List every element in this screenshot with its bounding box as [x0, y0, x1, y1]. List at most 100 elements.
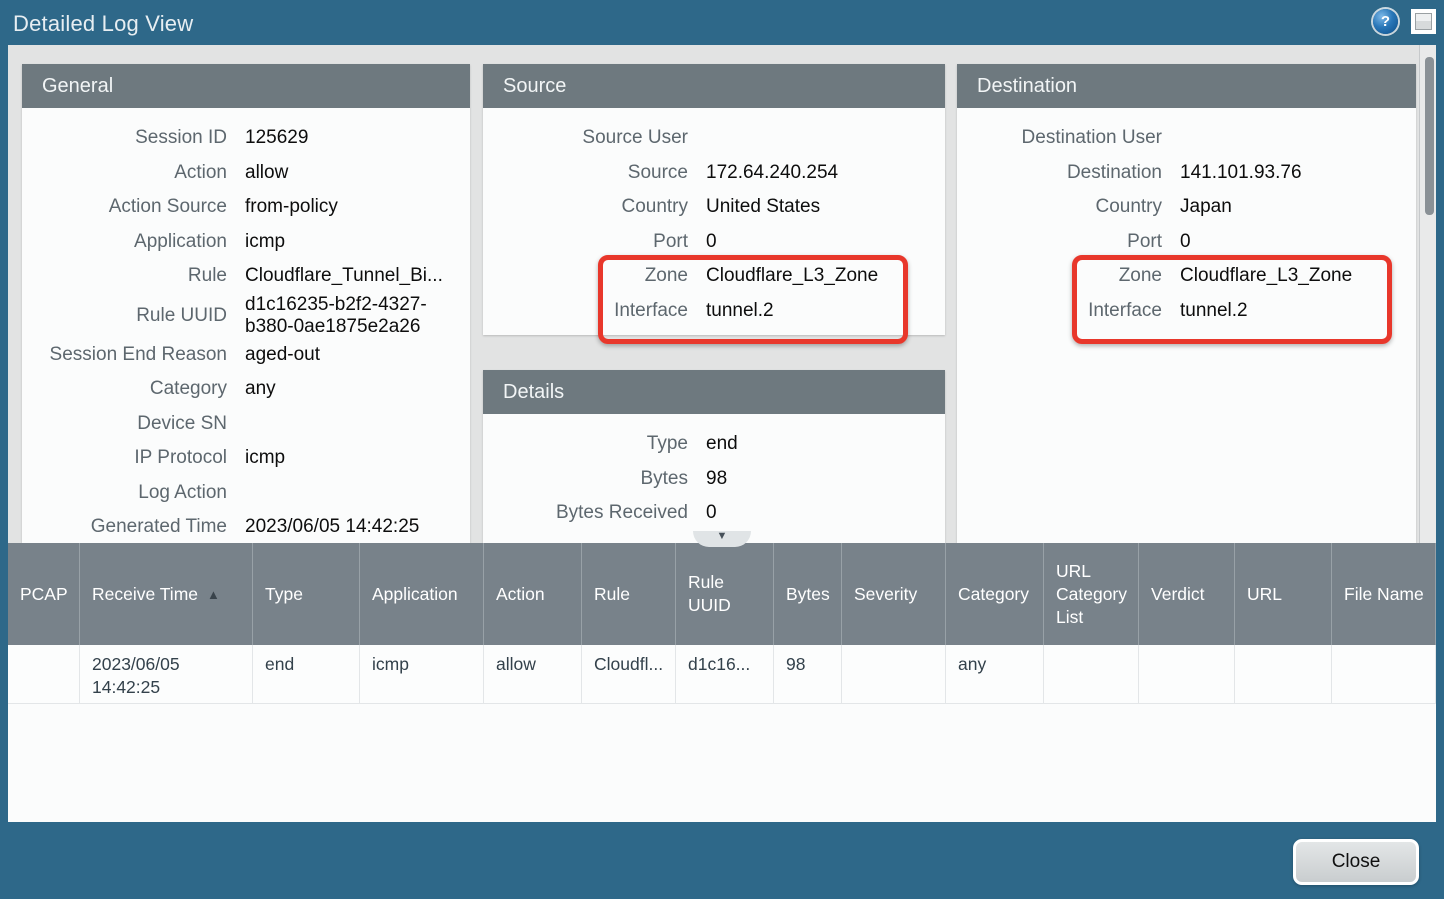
column-header-verdict[interactable]: Verdict: [1139, 543, 1235, 645]
chevron-down-icon: ▼: [717, 531, 728, 542]
column-header-severity[interactable]: Severity: [842, 543, 946, 645]
column-header-action[interactable]: Action: [484, 543, 582, 645]
field-label: Bytes: [483, 468, 688, 490]
field-value: 141.101.93.76: [1180, 162, 1408, 184]
field-label: Zone: [957, 265, 1162, 287]
field-value: tunnel.2: [706, 300, 937, 322]
field-label: Port: [957, 231, 1162, 253]
column-header-label: PCAP: [20, 583, 68, 606]
field-value: Japan: [1180, 196, 1408, 218]
column-header-category[interactable]: Category: [946, 543, 1044, 645]
table-row[interactable]: 2023/06/05 14:42:25 end icmp allow Cloud…: [8, 645, 1436, 704]
general-panel: General Session ID 125629 Action allow A…: [22, 64, 470, 543]
field-label: IP Protocol: [22, 447, 227, 469]
cell-rule-uuid: d1c16...: [676, 645, 774, 703]
column-header-label: Severity: [854, 583, 917, 606]
field-label: Action: [22, 162, 227, 184]
cell-category: any: [946, 645, 1044, 703]
page-title: Detailed Log View: [13, 11, 193, 37]
column-header-url[interactable]: URL: [1235, 543, 1332, 645]
column-header-rule-uuid[interactable]: Rule UUID: [676, 543, 774, 645]
cell-rule: Cloudfl...: [582, 645, 676, 703]
sort-ascending-icon: ▲: [207, 583, 220, 606]
source-panel-body: Source User Source 172.64.240.254 Countr…: [483, 108, 945, 328]
field-label: Device SN: [22, 413, 227, 435]
destination-panel: Destination Destination User Destination…: [957, 64, 1416, 543]
field-label: Category: [22, 378, 227, 400]
field-value: 98: [706, 468, 937, 490]
general-panel-body: Session ID 125629 Action allow Action So…: [22, 108, 470, 543]
general-panel-header: General: [22, 64, 470, 108]
log-table: PCAP Receive Time ▲ Type Application Act…: [8, 543, 1436, 822]
log-detail-content: General Session ID 125629 Action allow A…: [8, 45, 1436, 543]
field-value: Cloudflare_L3_Zone: [1180, 265, 1408, 287]
field-label: Country: [483, 196, 688, 218]
field-value: end: [706, 433, 937, 455]
field-label: Source User: [483, 127, 688, 149]
column-header-bytes[interactable]: Bytes: [774, 543, 842, 645]
column-header-label: Type: [265, 583, 303, 606]
cell-bytes: 98: [774, 645, 842, 703]
column-header-label: Verdict: [1151, 583, 1205, 606]
field-label: Log Action: [22, 482, 227, 504]
field-label: Port: [483, 231, 688, 253]
field-value: aged-out: [245, 344, 462, 366]
column-header-file-name[interactable]: File Name: [1332, 543, 1436, 645]
field-value: icmp: [245, 447, 462, 469]
column-header-label: Receive Time: [92, 583, 198, 606]
destination-panel-header: Destination: [957, 64, 1416, 108]
field-value: allow: [245, 162, 462, 184]
column-header-rule[interactable]: Rule: [582, 543, 676, 645]
field-value: Cloudflare_L3_Zone: [706, 265, 937, 287]
column-header-type[interactable]: Type: [253, 543, 360, 645]
cell-application: icmp: [360, 645, 484, 703]
column-header-application[interactable]: Application: [360, 543, 484, 645]
field-value: from-policy: [245, 196, 462, 218]
column-header-receive-time[interactable]: Receive Time ▲: [80, 543, 253, 645]
cell-file-name: [1332, 645, 1436, 703]
field-row-source-country: Country United States: [483, 190, 945, 225]
cell-receive-time: 2023/06/05 14:42:25: [80, 645, 253, 703]
cell-verdict: [1139, 645, 1235, 703]
field-label: Country: [957, 196, 1162, 218]
field-value: 0: [1180, 231, 1408, 253]
field-label: Session ID: [22, 127, 227, 149]
field-row-category: Category any: [22, 372, 470, 407]
field-value: 2023/06/05 14:42:25: [245, 516, 462, 538]
field-value: any: [245, 378, 462, 400]
field-value: 0: [706, 502, 937, 524]
log-table-header-row: PCAP Receive Time ▲ Type Application Act…: [8, 543, 1436, 645]
vertical-scrollbar-thumb[interactable]: [1425, 57, 1434, 215]
help-icon[interactable]: ?: [1373, 9, 1398, 34]
vertical-scrollbar-track[interactable]: [1419, 45, 1436, 543]
field-row-source-user: Source User: [483, 121, 945, 156]
field-row-application: Application icmp: [22, 225, 470, 260]
field-label: Session End Reason: [22, 344, 227, 366]
close-button[interactable]: Close: [1293, 839, 1419, 885]
field-row-source-zone: Zone Cloudflare_L3_Zone: [483, 259, 945, 294]
collapse-table-handle[interactable]: ▼: [693, 531, 751, 547]
field-row-device-sn: Device SN: [22, 407, 470, 442]
field-value: 0: [706, 231, 937, 253]
field-value: 172.64.240.254: [706, 162, 937, 184]
field-value: 125629: [245, 127, 462, 149]
window-restore-icon[interactable]: [1411, 9, 1436, 34]
column-header-label: Rule: [594, 583, 630, 606]
field-row-source-port: Port 0: [483, 225, 945, 260]
column-header-label: Bytes: [786, 583, 830, 606]
details-panel: Details Type end Bytes 98 Bytes Received…: [483, 370, 945, 543]
field-label: Destination User: [957, 127, 1162, 149]
field-value: United States: [706, 196, 937, 218]
column-header-label: File Name: [1344, 583, 1424, 606]
field-row-source-interface: Interface tunnel.2: [483, 294, 945, 329]
column-header-url-category-list[interactable]: URL Category List: [1044, 543, 1139, 645]
field-row-destination-interface: Interface tunnel.2: [957, 294, 1416, 329]
field-value: icmp: [245, 231, 462, 253]
field-row-session-end-reason: Session End Reason aged-out: [22, 338, 470, 373]
field-row-type: Type end: [483, 427, 945, 462]
column-header-pcap[interactable]: PCAP: [8, 543, 80, 645]
details-panel-body: Type end Bytes 98 Bytes Received 0: [483, 414, 945, 531]
source-panel-header: Source: [483, 64, 945, 108]
field-value: tunnel.2: [1180, 300, 1408, 322]
cell-action: allow: [484, 645, 582, 703]
